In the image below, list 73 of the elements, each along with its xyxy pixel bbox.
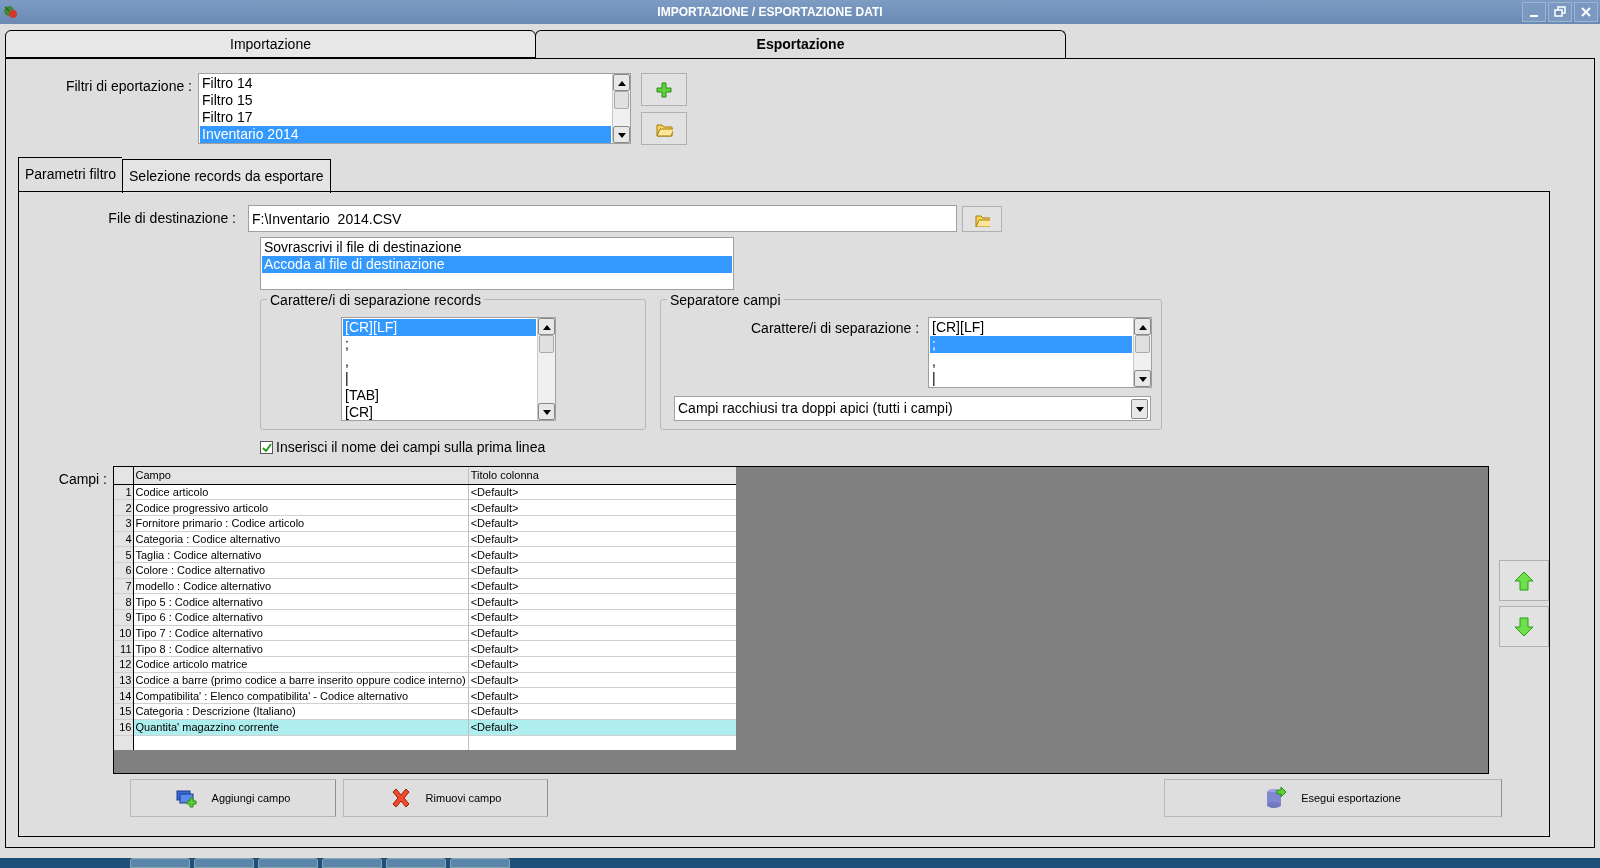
list-item[interactable]: Filtro 15	[200, 92, 611, 109]
list-item[interactable]: |	[930, 370, 1132, 387]
minimize-icon	[1530, 15, 1538, 17]
scroll-up-button[interactable]	[538, 318, 555, 335]
check-icon	[261, 443, 272, 452]
taskbar-button[interactable]	[386, 858, 446, 868]
tab[interactable]: Esportazione	[535, 30, 1066, 58]
scroll-up-button[interactable]	[1134, 318, 1151, 335]
restore-button[interactable]	[1548, 2, 1572, 22]
scroll-thumb[interactable]	[614, 91, 629, 109]
monitors-plus-icon	[175, 787, 198, 809]
taskbar-button[interactable]	[130, 858, 190, 868]
list-box[interactable]: Filtro 14 Filtro 15 Filtro 17 Inventario 2014	[198, 73, 631, 144]
list-item[interactable]: ,	[343, 353, 536, 370]
scroll-thumb[interactable]	[1135, 335, 1150, 353]
field-label: Filtri di eportazione :	[64, 77, 193, 96]
export-button[interactable]: Esegui esportazione	[1164, 779, 1502, 817]
up-arrow-icon	[1138, 323, 1147, 330]
tab[interactable]: Selezione records da esportare	[122, 159, 331, 193]
close-icon	[1579, 5, 1593, 19]
down-arrow-icon	[617, 131, 626, 138]
app-logo-icon	[2, 4, 18, 20]
checkbox[interactable]	[260, 441, 273, 454]
window-title: IMPORTAZIONE / ESPORTAZIONE DATI	[656, 4, 884, 21]
close-button[interactable]	[1574, 2, 1598, 22]
column-header[interactable]: Campo	[133, 467, 469, 484]
plus-icon	[656, 81, 672, 98]
checkbox-label: Inserisci il nome dei campi sulla prima linea	[276, 438, 546, 457]
down-arrow-icon	[1138, 375, 1147, 382]
list-item[interactable]: ;	[343, 336, 536, 353]
list-box[interactable]: [CR][LF] ; , |	[928, 317, 1152, 388]
browse-button[interactable]	[962, 205, 1002, 232]
tab[interactable]: Importazione	[5, 30, 536, 58]
list-item[interactable]: ,	[930, 353, 1132, 370]
dropdown-caret-icon	[1135, 405, 1144, 412]
database-export-icon	[1265, 787, 1288, 809]
field-label: File di destinazione :	[107, 209, 237, 228]
taskbar-button[interactable]	[450, 858, 510, 868]
scroll-thumb[interactable]	[539, 335, 554, 353]
taskbar-button[interactable]	[258, 858, 318, 868]
up-arrow-icon	[617, 79, 626, 86]
list-item[interactable]: [TAB]	[343, 387, 536, 404]
move-up-button[interactable]	[1499, 560, 1549, 601]
destination-field[interactable]: F:\Inventario 2014.CSV	[248, 205, 957, 232]
tab[interactable]: Parametri filtro	[18, 157, 123, 191]
dropdown[interactable]: Campi racchiusi tra doppi apici (tutti i campi)	[674, 396, 1151, 421]
list-item[interactable]: Sovrascrivi il file di destinazione	[262, 239, 732, 256]
list-item[interactable]: [CR][LF]	[930, 319, 1132, 336]
add-filter-button[interactable]	[641, 73, 687, 106]
open-filter-button[interactable]	[641, 112, 687, 145]
move-down-button[interactable]	[1499, 606, 1549, 647]
list-box[interactable]: [CR][LF] ; , | [TAB] [CR]	[341, 317, 556, 421]
restore-icon	[1553, 5, 1567, 19]
minimize-button[interactable]	[1522, 2, 1546, 22]
column-header[interactable]: Titolo colonna	[468, 467, 736, 484]
list-item[interactable]: |	[343, 370, 536, 387]
up-arrow-icon	[1514, 570, 1534, 591]
list-item[interactable]: Filtro 14	[200, 75, 611, 92]
down-arrow-icon	[1514, 616, 1534, 637]
scroll-down-button[interactable]	[1134, 370, 1151, 387]
list-box[interactable]: Sovrascrivi il file di destinazione Accoda al file di destinazione	[260, 237, 734, 290]
add-field-button[interactable]: Aggiungi campo	[130, 779, 336, 817]
down-arrow-icon	[542, 408, 551, 415]
remove-field-button[interactable]: Rimuovi campo	[343, 779, 548, 817]
scroll-down-button[interactable]	[538, 403, 555, 420]
taskbar-button[interactable]	[194, 858, 254, 868]
taskbar-button[interactable]	[322, 858, 382, 868]
scroll-down-button[interactable]	[613, 126, 630, 143]
field-label: Carattere/i di separazione :	[751, 319, 920, 338]
list-item[interactable]: Filtro 17	[200, 109, 611, 126]
up-arrow-icon	[542, 323, 551, 330]
scroll-up-button[interactable]	[613, 74, 630, 91]
list-item[interactable]: [CR]	[343, 404, 536, 420]
